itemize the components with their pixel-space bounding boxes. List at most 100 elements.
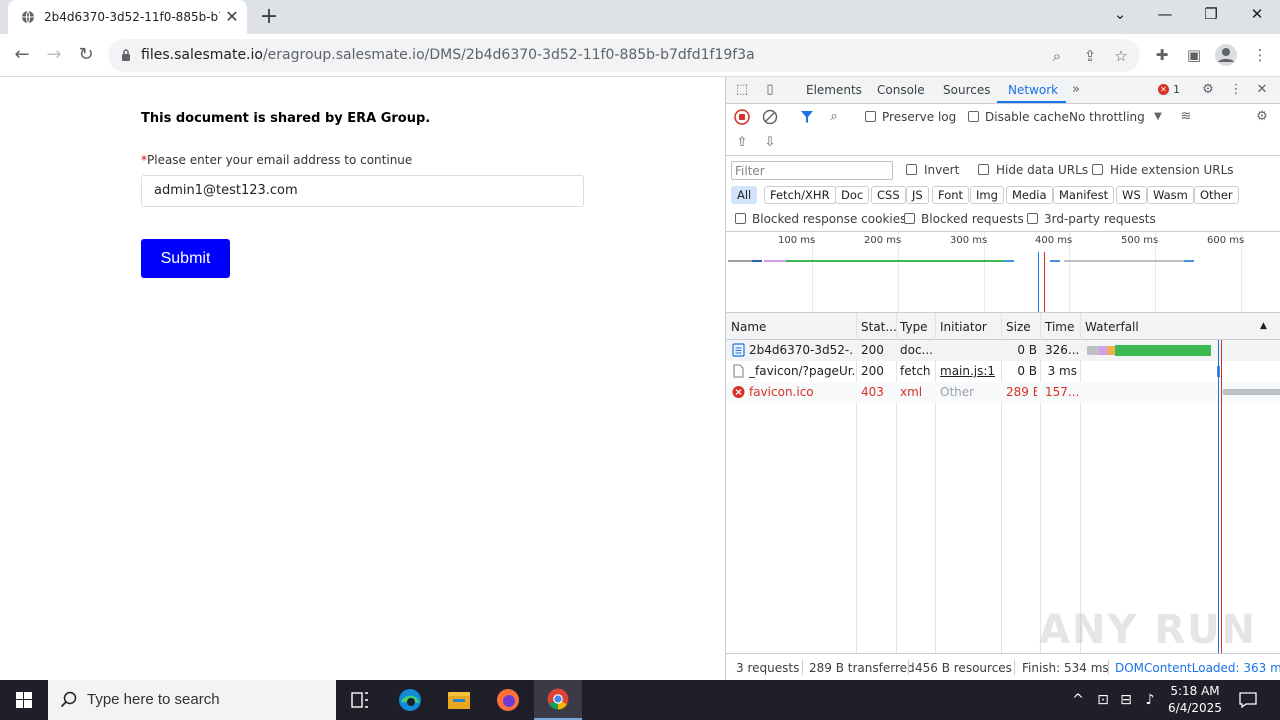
back-icon[interactable]: ←	[12, 45, 32, 65]
status-divider	[908, 660, 909, 675]
disable-cache-checkbox[interactable]	[968, 111, 979, 122]
email-input[interactable]: admin1@test123.com	[141, 175, 584, 207]
table-row[interactable]: favicon.ico 403 xml Other 289 B 157...	[726, 382, 1280, 403]
column-type[interactable]: Type	[900, 320, 928, 334]
invert-label: Invert	[924, 163, 960, 177]
chevron-down-icon[interactable]: ▼	[1150, 109, 1166, 125]
filter-input[interactable]: Filter	[731, 161, 893, 180]
more-tabs-icon[interactable]: »	[1068, 82, 1084, 98]
tab-close-icon[interactable]: ✕	[224, 9, 240, 25]
filter-chip-css[interactable]: CSS	[871, 186, 906, 204]
volume-icon[interactable]: ♪	[1141, 691, 1159, 709]
request-name: _favicon/?pageUr...	[749, 364, 854, 378]
import-har-icon[interactable]: ⇧	[734, 135, 750, 151]
minimize-icon[interactable]: —	[1153, 5, 1177, 25]
network-settings-icon[interactable]: ⚙	[1254, 109, 1270, 125]
submit-button[interactable]: Submit	[141, 239, 230, 278]
devtools-menu-icon[interactable]: ⋮	[1228, 82, 1244, 98]
chrome-icon[interactable]	[534, 680, 582, 720]
tab-console[interactable]: Console	[877, 83, 925, 97]
column-initiator[interactable]: Initiator	[940, 320, 987, 334]
filter-chip-img[interactable]: Img	[970, 186, 1004, 204]
hide-extension-urls-checkbox[interactable]	[1092, 164, 1103, 175]
restore-icon[interactable]: ❐	[1199, 5, 1223, 25]
reload-icon[interactable]: ↻	[76, 45, 96, 65]
throttling-select[interactable]: No throttling	[1069, 110, 1145, 124]
preserve-log-checkbox[interactable]	[865, 111, 876, 122]
table-row[interactable]: _favicon/?pageUr... 200 fetch main.js:1 …	[726, 361, 1280, 382]
device-toolbar-icon[interactable]: ▯	[762, 82, 778, 98]
blocked-requests-checkbox[interactable]	[904, 213, 915, 224]
error-icon[interactable]: ✕	[1158, 84, 1169, 95]
tab-search-icon[interactable]: ⌄	[1108, 5, 1132, 25]
invert-checkbox[interactable]	[906, 164, 917, 175]
devtools-settings-icon[interactable]: ⚙	[1200, 82, 1216, 98]
dom-loaded-marker	[1038, 252, 1039, 312]
filter-chip-doc[interactable]: Doc	[835, 186, 870, 204]
file-explorer-icon[interactable]	[435, 680, 483, 720]
close-window-icon[interactable]: ✕	[1245, 5, 1269, 25]
notifications-icon[interactable]	[1238, 690, 1258, 710]
network-conditions-icon[interactable]: ≋	[1178, 109, 1194, 125]
record-icon[interactable]	[734, 109, 750, 125]
finish-time: Finish: 534 ms	[1022, 661, 1109, 675]
request-initiator-link[interactable]: main.js:1	[940, 364, 995, 378]
taskbar-search-box[interactable]: Type here to search	[48, 680, 336, 720]
filter-chip-media[interactable]: Media	[1006, 186, 1053, 204]
overview-bar	[752, 260, 762, 262]
tray-overflow-icon[interactable]: ^	[1069, 691, 1087, 709]
side-panel-icon[interactable]: ▣	[1184, 45, 1204, 65]
filter-chip-other[interactable]: Other	[1194, 186, 1239, 204]
sort-ascending-icon[interactable]: ▲	[1260, 321, 1267, 331]
tab-elements[interactable]: Elements	[806, 83, 862, 97]
zoom-icon[interactable]: ⌕	[1048, 47, 1066, 65]
filter-chip-all[interactable]: All	[731, 186, 758, 204]
filter-icon[interactable]	[799, 109, 815, 125]
error-count[interactable]: 1	[1173, 83, 1180, 96]
column-status[interactable]: Stat...	[861, 320, 897, 334]
third-party-requests-checkbox[interactable]	[1027, 213, 1038, 224]
export-har-icon[interactable]: ⇩	[762, 135, 778, 151]
filter-chip-ws[interactable]: WS	[1116, 186, 1147, 204]
new-tab-icon[interactable]: +	[259, 6, 279, 28]
column-name[interactable]: Name	[731, 320, 766, 334]
network-icon[interactable]: ⊟	[1117, 691, 1135, 709]
filter-chip-wasm[interactable]: Wasm	[1147, 186, 1194, 204]
edge-browser-icon[interactable]	[386, 680, 434, 720]
timeline-overview[interactable]: 100 ms 200 ms 300 ms 400 ms 500 ms 600 m…	[726, 231, 1280, 313]
inspect-element-icon[interactable]: ⬚	[734, 82, 750, 98]
filter-chip-font[interactable]: Font	[932, 186, 970, 204]
request-size: 289 B	[1006, 385, 1037, 399]
search-icon[interactable]: ⌕	[826, 109, 842, 125]
forward-icon[interactable]: →	[44, 45, 64, 65]
tray-device-icon[interactable]: ⊡	[1094, 691, 1112, 709]
menu-kebab-icon[interactable]: ⋮	[1250, 45, 1270, 65]
firefox-icon[interactable]	[484, 680, 532, 720]
request-name: 2b4d6370-3d52-...	[749, 343, 854, 357]
hide-data-urls-checkbox[interactable]	[978, 164, 989, 175]
blocked-requests-label: Blocked requests	[921, 212, 1024, 226]
taskbar-clock[interactable]: 5:18 AM 6/4/2025	[1160, 683, 1230, 717]
column-time[interactable]: Time	[1045, 320, 1074, 334]
blocked-response-cookies-checkbox[interactable]	[735, 213, 746, 224]
share-icon[interactable]: ⇪	[1081, 47, 1099, 65]
task-view-icon[interactable]	[336, 680, 384, 720]
table-row[interactable]: 2b4d6370-3d52-... 200 doc... 0 B 326...	[726, 340, 1280, 361]
tab-network[interactable]: Network	[1008, 83, 1058, 97]
browser-tab[interactable]: 2b4d6370-3d52-11f0-885b-b7dfd ✕	[8, 0, 247, 34]
tick-label: 200 ms	[864, 235, 902, 246]
filter-chip-fetch-xhr[interactable]: Fetch/XHR	[764, 186, 836, 204]
filter-chip-js[interactable]: JS	[906, 186, 929, 204]
address-bar[interactable]: files.salesmate.io/eragroup.salesmate.io…	[108, 39, 1140, 72]
windows-start-icon[interactable]	[0, 680, 48, 720]
devtools-close-icon[interactable]: ✕	[1254, 82, 1270, 98]
column-waterfall[interactable]: Waterfall	[1085, 320, 1139, 334]
profile-avatar-icon[interactable]	[1214, 43, 1238, 67]
clear-icon[interactable]	[762, 109, 778, 125]
bookmark-star-icon[interactable]: ☆	[1112, 47, 1130, 65]
extensions-icon[interactable]: ✚	[1152, 45, 1172, 65]
search-magnifier-icon	[60, 691, 77, 708]
column-size[interactable]: Size	[1006, 320, 1031, 334]
tab-sources[interactable]: Sources	[943, 83, 990, 97]
filter-chip-manifest[interactable]: Manifest	[1053, 186, 1115, 204]
